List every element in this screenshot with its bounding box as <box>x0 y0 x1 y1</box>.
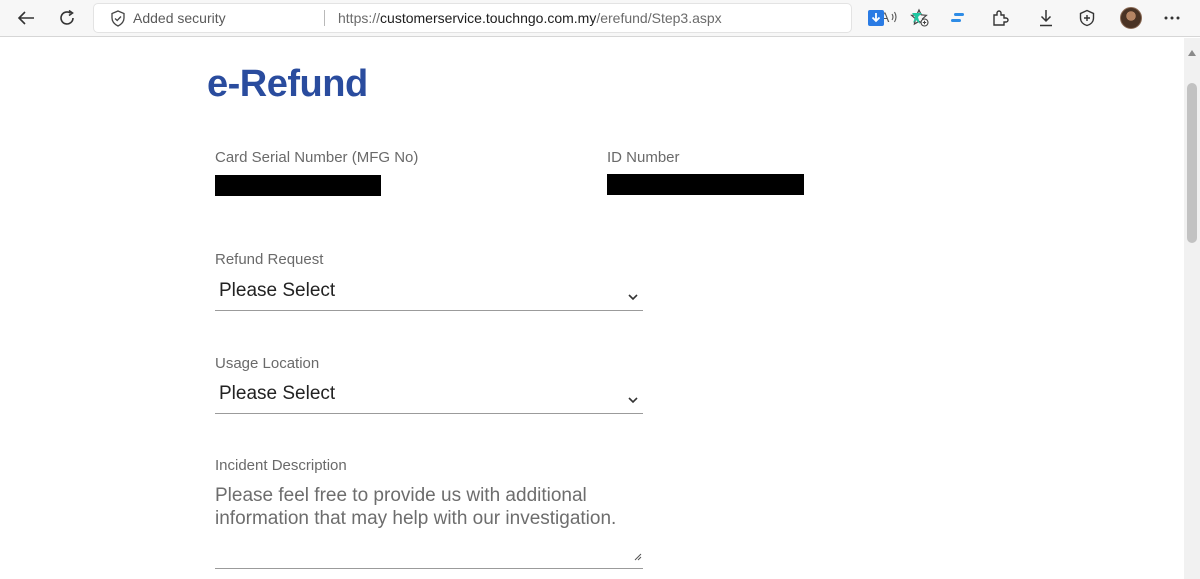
address-bar[interactable]: Added security https://customerservice.t… <box>94 4 929 32</box>
browser-essentials-icon[interactable] <box>1073 5 1101 31</box>
refund-request-label: Refund Request <box>215 251 324 268</box>
security-label[interactable]: Added security <box>133 10 226 26</box>
refund-request-select[interactable]: Please Select <box>215 276 643 311</box>
card-serial-label: Card Serial Number (MFG No) <box>215 149 419 166</box>
more-menu-icon[interactable] <box>1158 5 1186 31</box>
url-path: /erefund/Step3.aspx <box>596 10 722 26</box>
scroll-up-arrow-icon[interactable] <box>1188 43 1196 61</box>
card-serial-value-redacted <box>215 175 381 196</box>
page-title: e-Refund <box>207 63 368 105</box>
profile-avatar[interactable] <box>1120 7 1142 29</box>
usage-location-selected-value: Please Select <box>219 383 336 404</box>
extension-download-icon[interactable] <box>862 5 890 31</box>
id-number-label: ID Number <box>607 149 680 166</box>
back-icon[interactable] <box>12 5 40 31</box>
downloads-icon[interactable] <box>1032 5 1060 31</box>
chevron-down-icon <box>628 288 638 306</box>
chevron-down-icon <box>628 391 638 409</box>
url-host: customerservice.touchngo.com.my <box>380 10 597 26</box>
scrollbar-thumb[interactable] <box>1187 83 1197 243</box>
usage-location-select[interactable]: Please Select <box>215 379 643 414</box>
url-prefix: https:// <box>338 10 381 26</box>
extensions-puzzle-icon[interactable] <box>986 5 1014 31</box>
extension-green-icon[interactable] <box>903 5 931 31</box>
incident-description-placeholder: Please feel free to provide us with addi… <box>215 485 617 529</box>
extension-blue-icon[interactable] <box>944 5 972 31</box>
shield-icon[interactable] <box>110 10 126 30</box>
url-text[interactable]: https://customerservice.touchngo.com.my/… <box>338 10 722 26</box>
resize-grip-icon[interactable] <box>634 548 642 566</box>
usage-location-label: Usage Location <box>215 355 320 372</box>
address-divider <box>324 10 325 26</box>
incident-description-textarea[interactable]: Please feel free to provide us with addi… <box>215 483 643 569</box>
browser-toolbar: Added security https://customerservice.t… <box>0 0 1200 37</box>
incident-description-label: Incident Description <box>215 457 347 474</box>
refund-request-selected-value: Please Select <box>219 280 336 301</box>
id-number-value-redacted <box>607 174 804 195</box>
refresh-icon[interactable] <box>53 5 81 31</box>
